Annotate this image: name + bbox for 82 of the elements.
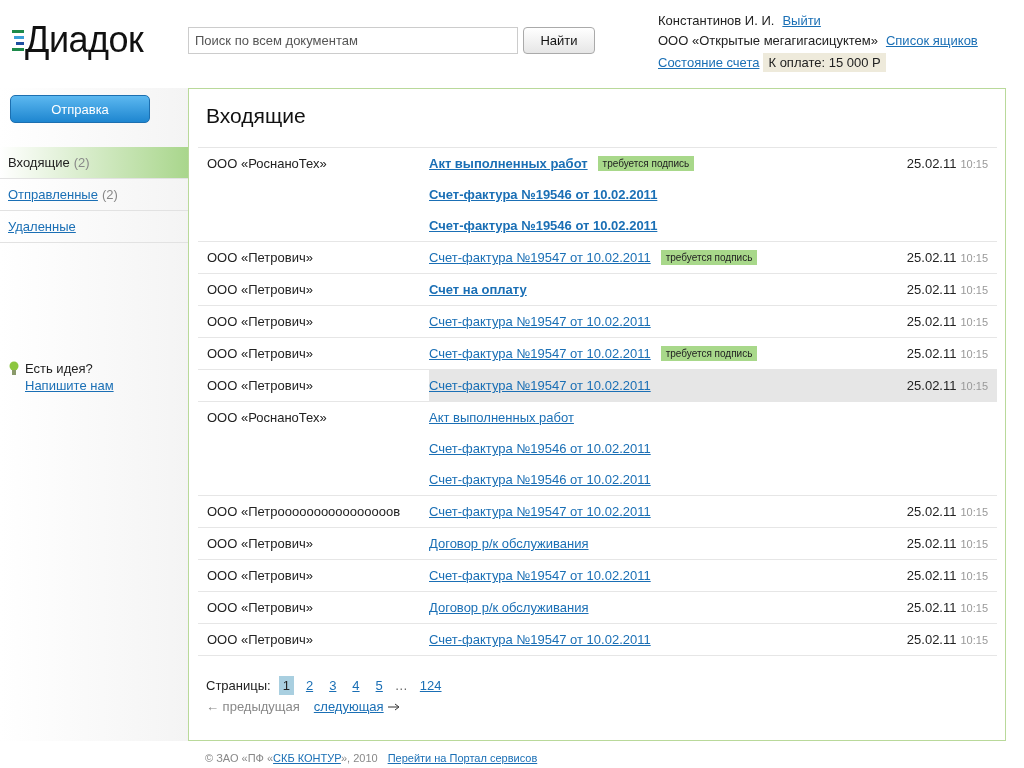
date-text: 25.02.11	[906, 600, 957, 615]
time-text: 10:15	[960, 252, 988, 264]
document-link[interactable]: Счет-фактура №19547 от 10.02.2011	[429, 314, 651, 329]
time-text: 10:15	[960, 158, 988, 170]
date-text: 25.02.11	[906, 504, 957, 519]
search-field[interactable]: Поиск по всем документам	[188, 27, 518, 54]
time-text: 10:15	[960, 506, 988, 518]
copyright-text: © ЗАО «ПФ «СКБ КОНТУР», 2010	[205, 752, 378, 764]
page-link[interactable]: 4	[348, 676, 364, 695]
status-tag: требуется подпись	[597, 156, 695, 171]
document-link[interactable]: Счет-фактура №19547 от 10.02.2011	[429, 378, 651, 393]
logo-stripes-icon	[12, 28, 24, 52]
balance-badge: К оплате: 15 000 Р	[763, 53, 886, 72]
time-text: 10:15	[960, 348, 988, 360]
document-link[interactable]: Счет-фактура №19546 от 10.02.2011	[429, 218, 658, 233]
date-text: 25.02.11	[906, 346, 957, 361]
page-link[interactable]: 3	[325, 676, 341, 695]
document-link[interactable]: Счет-фактура №19547 от 10.02.2011	[429, 568, 651, 583]
date-text: 25.02.11	[906, 314, 957, 329]
idea-question: Есть идея?	[25, 361, 94, 376]
date-text: 25.02.11	[906, 632, 957, 647]
date-text: 25.02.11	[906, 250, 957, 265]
sender-name: ООО «Петрович»	[206, 281, 314, 299]
sender-name: ООО «РоснаноТех»	[206, 409, 328, 427]
document-link[interactable]: Договор р/к обслуживания	[429, 536, 589, 551]
time-text: 10:15	[960, 284, 988, 296]
pages-label: Страницы:	[206, 678, 271, 693]
document-link[interactable]: Счет на оплату	[429, 282, 527, 297]
send-button[interactable]: Отправка	[10, 95, 150, 123]
sender-name: ООО «Петрович»	[206, 599, 314, 617]
logout-link[interactable]: Выйти	[782, 13, 821, 28]
lightbulb-icon	[9, 361, 19, 376]
date-text: 25.02.11	[906, 568, 957, 583]
sender-name: ООО «Петрович»	[206, 631, 314, 649]
next-page-link[interactable]: следующая	[313, 699, 384, 714]
time-text: 10:15	[960, 538, 988, 550]
document-link[interactable]: Счет-фактура №19546 от 10.02.2011	[429, 472, 651, 487]
sender-name: ООО «Петрович»	[206, 313, 314, 331]
sender-name: ООО «Петроооооооооооооооов	[206, 503, 402, 521]
date-text: 25.02.11	[906, 282, 957, 297]
mailboxes-link[interactable]: Список ящиков	[885, 33, 978, 48]
document-link[interactable]: Счет-фактура №19547 от 10.02.2011	[429, 504, 651, 519]
page-link[interactable]: 2	[301, 676, 318, 695]
ellipsis-text: …	[394, 678, 408, 693]
sender-name: ООО «Петрович»	[206, 535, 314, 553]
document-link[interactable]: Счет-фактура №19547 от 10.02.2011	[429, 632, 651, 647]
document-link[interactable]: Договор р/к обслуживания	[429, 600, 589, 615]
date-text: 25.02.11	[906, 378, 957, 393]
portal-link[interactable]: Перейти на Портал сервисов	[387, 752, 538, 764]
document-link[interactable]: Счет-фактура №19546 от 10.02.2011	[429, 187, 658, 202]
status-tag: требуется подпись	[660, 250, 758, 265]
document-link[interactable]: Акт выполненных работ	[429, 410, 574, 425]
time-text: 10:15	[960, 602, 988, 614]
document-link[interactable]: Акт выполненных работ	[429, 156, 588, 171]
search-button[interactable]: Найти	[523, 27, 595, 54]
time-text: 10:15	[960, 634, 988, 646]
folder-item[interactable]: Входящие (2)	[0, 147, 188, 179]
organization-name: ООО «Открытые мегагигасицуктем»	[658, 33, 878, 48]
logo-text[interactable]: Диадок	[25, 20, 144, 60]
date-text: 25.02.11	[906, 536, 957, 551]
document-link[interactable]: Счет-фактура №19547 от 10.02.2011	[429, 346, 651, 361]
document-link[interactable]: Счет-фактура №19546 от 10.02.2011	[429, 441, 651, 456]
page-link[interactable]: 1	[278, 676, 294, 695]
previous-page-text: ← предыдущая	[206, 699, 300, 714]
status-tag: требуется подпись	[660, 346, 758, 361]
sender-name: ООО «Петрович»	[206, 345, 314, 363]
user-name: Константинов И. И.	[658, 13, 775, 28]
page-link[interactable]: 124	[415, 676, 446, 695]
date-text: 25.02.11	[906, 156, 957, 171]
time-text: 10:15	[960, 380, 988, 392]
sender-name: ООО «Петрович»	[206, 377, 314, 395]
account-status-link[interactable]: Состояние счета	[658, 55, 760, 70]
company-link[interactable]: СКБ КОНТУР	[273, 752, 341, 764]
sender-name: ООО «Петрович»	[206, 567, 314, 585]
page-title: Входящие	[198, 89, 997, 148]
sender-name: ООО «Петрович»	[206, 249, 314, 267]
time-text: 10:15	[960, 570, 988, 582]
feedback-link[interactable]: Напишите нам	[25, 378, 114, 393]
time-text: 10:15	[960, 316, 988, 328]
document-link[interactable]: Счет-фактура №19547 от 10.02.2011	[429, 250, 651, 265]
page-link[interactable]: 5	[371, 676, 387, 695]
sender-name: ООО «РоснаноТех»	[206, 155, 328, 173]
